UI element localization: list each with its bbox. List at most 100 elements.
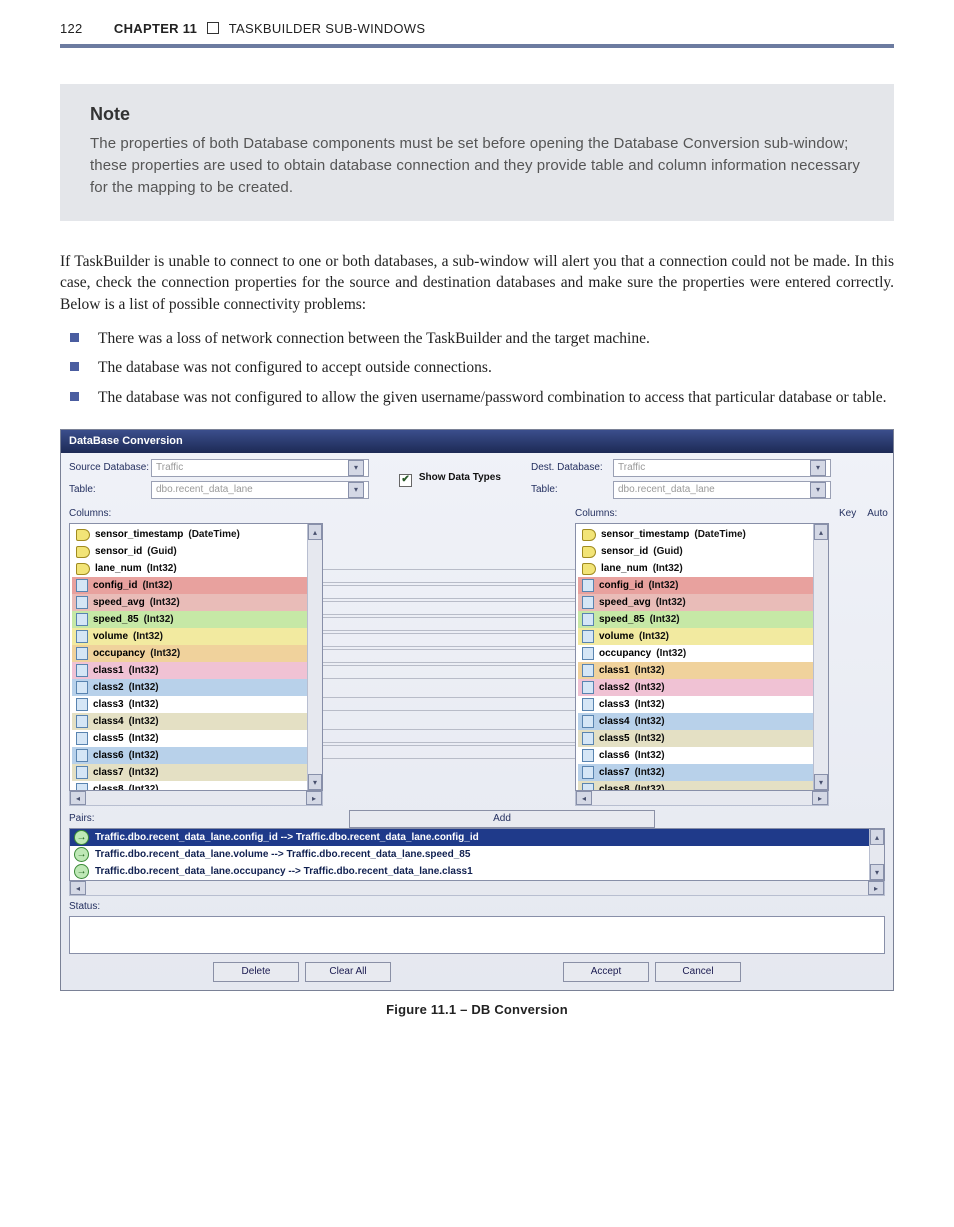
- column-name: class7: [599, 766, 630, 780]
- column-type: (Int32): [129, 681, 159, 695]
- column-item[interactable]: config_id(Int32): [578, 577, 816, 594]
- column-item[interactable]: class8(Int32): [72, 781, 310, 791]
- pairs-list[interactable]: ▴ ▾ →Traffic.dbo.recent_data_lane.config…: [69, 828, 885, 881]
- column-item[interactable]: speed_avg(Int32): [578, 594, 816, 611]
- scroll-left-icon[interactable]: ◂: [576, 791, 592, 805]
- column-type: (Int32): [653, 562, 683, 576]
- column-item[interactable]: class2(Int32): [72, 679, 310, 696]
- chevron-down-icon[interactable]: ▾: [348, 460, 364, 476]
- note-box: Note The properties of both Database com…: [60, 84, 894, 220]
- column-item[interactable]: speed_85(Int32): [578, 611, 816, 628]
- column-item[interactable]: sensor_id (Guid): [72, 543, 310, 560]
- column-item[interactable]: class5(Int32): [72, 730, 310, 747]
- chevron-down-icon[interactable]: ▾: [348, 482, 364, 498]
- scrollbar-horizontal[interactable]: ◂ ▸: [69, 881, 885, 896]
- bullet-item: There was a loss of network connection b…: [60, 328, 894, 350]
- scroll-up-icon[interactable]: ▴: [870, 829, 884, 845]
- auto-header-label: Auto: [867, 507, 888, 521]
- column-type: (Int32): [133, 630, 163, 644]
- column-icon: [582, 749, 594, 762]
- column-name: speed_85: [93, 613, 139, 627]
- column-item[interactable]: volume (Int32): [72, 628, 310, 645]
- column-type: (Guid): [147, 545, 176, 559]
- column-item[interactable]: occupancy(Int32): [578, 645, 816, 662]
- dest-db-label: Dest. Database:: [531, 461, 613, 475]
- column-type: (Int32): [648, 579, 678, 593]
- column-item[interactable]: speed_85(Int32): [72, 611, 310, 628]
- source-table-dropdown[interactable]: dbo.recent_data_lane ▾: [151, 481, 369, 499]
- scrollbar-horizontal[interactable]: ◂ ▸: [575, 791, 829, 806]
- column-item[interactable]: class3(Int32): [578, 696, 816, 713]
- column-item[interactable]: class6(Int32): [72, 747, 310, 764]
- column-type: (Int32): [656, 596, 686, 610]
- scroll-up-icon[interactable]: ▴: [814, 524, 828, 540]
- scroll-down-icon[interactable]: ▾: [308, 774, 322, 790]
- add-button[interactable]: Add: [349, 810, 655, 828]
- column-item[interactable]: class4(Int32): [578, 713, 816, 730]
- column-item[interactable]: class2(Int32): [578, 679, 816, 696]
- pair-item[interactable]: → Traffic.dbo.recent_data_lane.volume -->…: [70, 846, 884, 863]
- scrollbar-vertical[interactable]: ▴ ▾: [869, 829, 884, 880]
- scroll-down-icon[interactable]: ▾: [870, 864, 884, 880]
- dest-db-dropdown[interactable]: Traffic ▾: [613, 459, 831, 477]
- column-type: (Int32): [635, 783, 665, 792]
- column-item[interactable]: speed_avg(Int32): [72, 594, 310, 611]
- column-name: sensor_id: [95, 545, 142, 559]
- scroll-right-icon[interactable]: ▸: [868, 881, 884, 895]
- show-data-types-checkbox[interactable]: ✔: [399, 474, 412, 487]
- column-item[interactable]: class7(Int32): [72, 764, 310, 781]
- source-db-value: Traffic: [156, 461, 183, 475]
- clear-all-button[interactable]: Clear All: [305, 962, 391, 982]
- source-db-dropdown[interactable]: Traffic ▾: [151, 459, 369, 477]
- scroll-down-icon[interactable]: ▾: [814, 774, 828, 790]
- scrollbar-vertical[interactable]: ▴ ▾: [813, 524, 828, 790]
- column-type: (Int32): [150, 647, 180, 661]
- column-item[interactable]: class6(Int32): [578, 747, 816, 764]
- scroll-right-icon[interactable]: ▸: [306, 791, 322, 805]
- column-item[interactable]: sensor_timestamp(DateTime): [72, 526, 310, 543]
- column-item[interactable]: sensor_timestamp(DateTime): [578, 526, 816, 543]
- column-type: (Int32): [129, 698, 159, 712]
- scroll-left-icon[interactable]: ◂: [70, 791, 86, 805]
- chevron-down-icon[interactable]: ▾: [810, 460, 826, 476]
- show-data-types-area: ✔ Show Data Types: [369, 459, 531, 503]
- column-type: (Int32): [656, 647, 686, 661]
- column-item[interactable]: volume(Int32): [578, 628, 816, 645]
- pair-item[interactable]: →Traffic.dbo.recent_data_lane.occupancy …: [70, 863, 884, 880]
- scrollbar-horizontal[interactable]: ◂ ▸: [69, 791, 323, 806]
- column-item[interactable]: class1(Int32): [72, 662, 310, 679]
- pair-item[interactable]: →Traffic.dbo.recent_data_lane.config_id …: [70, 829, 884, 846]
- pair-text: Traffic.dbo.recent_data_lane.volume --> …: [95, 848, 470, 862]
- column-item[interactable]: config_id(Int32): [72, 577, 310, 594]
- column-icon: [582, 766, 594, 779]
- accept-button[interactable]: Accept: [563, 962, 649, 982]
- scroll-left-icon[interactable]: ◂: [70, 881, 86, 895]
- column-item[interactable]: lane_num(Int32): [72, 560, 310, 577]
- column-type: (Int32): [635, 766, 665, 780]
- chevron-down-icon[interactable]: ▾: [810, 482, 826, 498]
- scroll-up-icon[interactable]: ▴: [308, 524, 322, 540]
- column-name: speed_85: [599, 613, 645, 627]
- column-item[interactable]: lane_num(Int32): [578, 560, 816, 577]
- dest-table-dropdown[interactable]: dbo.recent_data_lane ▾: [613, 481, 831, 499]
- scrollbar-vertical[interactable]: ▴ ▾: [307, 524, 322, 790]
- column-item[interactable]: class7 (Int32): [578, 764, 816, 781]
- column-name: lane_num: [95, 562, 142, 576]
- source-columns-list[interactable]: ▴ ▾ sensor_timestamp(DateTime) sensor_id (…: [69, 523, 323, 791]
- key-icon: [76, 529, 90, 541]
- source-db-panel: Source Database: Traffic ▾ Table: dbo.re…: [69, 459, 369, 503]
- cancel-button[interactable]: Cancel: [655, 962, 741, 982]
- column-item[interactable]: class3(Int32): [72, 696, 310, 713]
- column-item[interactable]: class8(Int32): [578, 781, 816, 791]
- delete-button[interactable]: Delete: [213, 962, 299, 982]
- dest-columns-list[interactable]: ▴ ▾ sensor_timestamp(DateTime)sensor_id(…: [575, 523, 829, 791]
- column-item[interactable]: occupancy(Int32): [72, 645, 310, 662]
- column-item[interactable]: class4(Int32): [72, 713, 310, 730]
- dest-columns-label: Columns:: [575, 507, 829, 521]
- column-item[interactable]: sensor_id(Guid): [578, 543, 816, 560]
- column-item[interactable]: class5(Int32): [578, 730, 816, 747]
- arrow-right-icon: →: [74, 847, 89, 862]
- column-name: volume: [93, 630, 128, 644]
- column-item[interactable]: class1(Int32): [578, 662, 816, 679]
- scroll-right-icon[interactable]: ▸: [812, 791, 828, 805]
